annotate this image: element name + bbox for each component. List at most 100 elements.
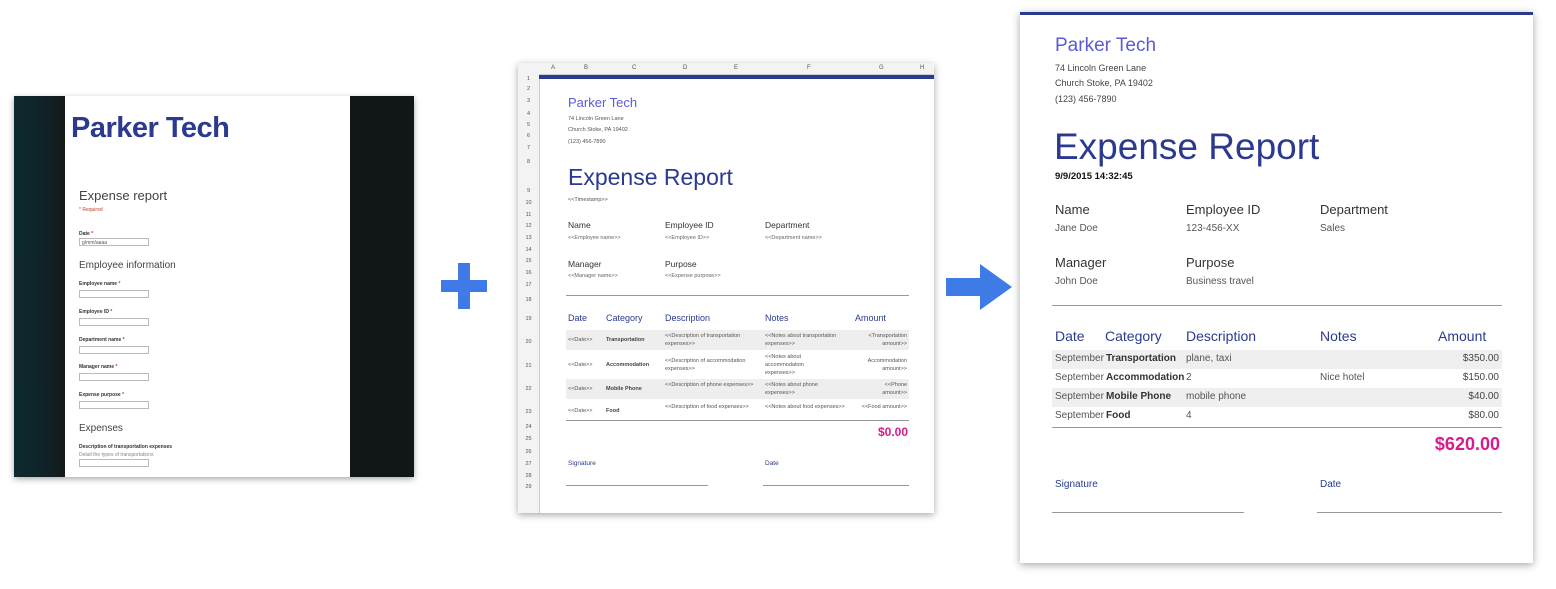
- form-department-input[interactable]: [79, 346, 149, 354]
- column-header[interactable]: G: [879, 65, 884, 71]
- table-row[interactable]: <<Date>> Transportation <<Description of…: [566, 330, 909, 350]
- sheet-phone[interactable]: (123) 456-7890: [568, 139, 606, 145]
- row-header[interactable]: 11: [518, 212, 539, 218]
- column-header[interactable]: B: [584, 65, 588, 71]
- column-header[interactable]: A: [551, 65, 555, 71]
- report-empid-value: 123-456-XX: [1186, 223, 1240, 234]
- table-row: September Mobile Phone mobile phone $40.…: [1052, 388, 1502, 407]
- row-header[interactable]: 22: [518, 386, 539, 392]
- sheet-name-label[interactable]: Name: [568, 220, 591, 230]
- sheet-th-amount[interactable]: Amount: [855, 313, 886, 323]
- sheet-th-notes[interactable]: Notes: [765, 313, 789, 323]
- sheet-purpose-label[interactable]: Purpose: [665, 259, 697, 269]
- sheet-address-line1[interactable]: 74 Lincoln Green Lane: [568, 116, 624, 122]
- form-date-label: Date *: [79, 231, 94, 237]
- sheet-th-date[interactable]: Date: [568, 313, 587, 323]
- form-purpose-input[interactable]: [79, 401, 149, 409]
- table-cell-amount: <Transportation amount>>: [868, 333, 907, 347]
- row-header[interactable]: 10: [518, 200, 539, 206]
- column-header[interactable]: H: [920, 65, 924, 71]
- sheet-manager-label[interactable]: Manager: [568, 259, 602, 269]
- row-header[interactable]: 29: [518, 484, 539, 490]
- sheet-empid-label[interactable]: Employee ID: [665, 220, 714, 230]
- row-header[interactable]: 25: [518, 436, 539, 442]
- report-screenshot: Parker Tech 74 Lincoln Green Lane Church…: [1020, 12, 1533, 563]
- row-header[interactable]: 1: [518, 76, 539, 82]
- form-section-employee: Employee information: [79, 260, 176, 271]
- report-date-label: Date: [1320, 479, 1342, 490]
- report-manager-value: John Doe: [1055, 276, 1098, 287]
- sheet-signature-label[interactable]: Signature: [568, 460, 596, 467]
- form-employee-id-input[interactable]: [79, 318, 149, 326]
- row-header[interactable]: 16: [518, 270, 539, 276]
- column-header[interactable]: C: [632, 65, 636, 71]
- sheet-accent-bar: [539, 75, 934, 79]
- row-header[interactable]: 23: [518, 409, 539, 415]
- row-header[interactable]: 9: [518, 188, 539, 194]
- form-manager-input[interactable]: [79, 373, 149, 381]
- row-header[interactable]: 15: [518, 258, 539, 264]
- row-header[interactable]: 27: [518, 461, 539, 467]
- row-header[interactable]: 19: [518, 316, 539, 322]
- row-header[interactable]: 24: [518, 424, 539, 430]
- row-header[interactable]: 17: [518, 282, 539, 288]
- row-header[interactable]: 7: [518, 145, 539, 151]
- form-transport-input[interactable]: [79, 459, 149, 467]
- row-header[interactable]: 5: [518, 122, 539, 128]
- table-cell-category: Food: [606, 408, 620, 414]
- column-header[interactable]: F: [807, 65, 811, 71]
- table-cell-notes: <<Notes about transportation expenses>>: [765, 333, 837, 347]
- table-cell-description: 2: [1186, 372, 1192, 383]
- table-cell-date: <<Date>>: [568, 408, 593, 414]
- row-header[interactable]: 21: [518, 363, 539, 369]
- row-header[interactable]: 8: [518, 159, 539, 165]
- report-purpose-value: Business travel: [1186, 276, 1254, 287]
- sheet-address-line2[interactable]: Church Stoke, PA 19402: [568, 127, 628, 133]
- report-timestamp: 9/9/2015 14:32:45: [1055, 171, 1133, 182]
- report-th-description: Description: [1186, 328, 1257, 344]
- report-th-category: Category: [1105, 328, 1162, 344]
- spreadsheet-screenshot: A B C D E F G H 1 2 3 4 5 6 7 8 9 10 11 12 13 14 15 16 1…: [518, 63, 934, 513]
- table-cell-date: <<Date>>: [568, 362, 593, 368]
- sheet-th-description[interactable]: Description: [665, 313, 710, 323]
- report-purpose-label: Purpose: [1186, 255, 1235, 270]
- row-header[interactable]: 2: [518, 86, 539, 92]
- report-dept-value: Sales: [1320, 223, 1346, 234]
- sheet-brand[interactable]: Parker Tech: [568, 95, 637, 110]
- report-signature-label: Signature: [1055, 479, 1098, 490]
- sheet-timestamp[interactable]: <<Timestamp>>: [568, 197, 608, 203]
- row-header[interactable]: 18: [518, 297, 539, 303]
- row-header[interactable]: 13: [518, 235, 539, 241]
- sheet-empid-placeholder[interactable]: <<Employee ID>>: [665, 235, 709, 241]
- sheet-dept-label[interactable]: Department: [765, 220, 809, 230]
- row-header[interactable]: 26: [518, 449, 539, 455]
- table-cell-category: Transportation: [606, 337, 645, 343]
- sheet-date-label[interactable]: Date: [765, 460, 779, 467]
- row-header[interactable]: 6: [518, 133, 539, 139]
- column-header[interactable]: D: [683, 65, 687, 71]
- row-header[interactable]: 4: [518, 111, 539, 117]
- sheet-total[interactable]: $0.00: [878, 425, 908, 439]
- sheet-purpose-placeholder[interactable]: <<Expense purpose>>: [665, 273, 721, 279]
- row-header[interactable]: 14: [518, 247, 539, 253]
- sheet-th-category[interactable]: Category: [606, 313, 643, 323]
- table-cell-date: <<Date>>: [568, 337, 593, 343]
- table-cell-category: Mobile Phone: [1106, 391, 1171, 402]
- sheet-dept-placeholder[interactable]: <<Department name>>: [765, 235, 822, 241]
- sheet-divider: [566, 295, 909, 296]
- form-date-input[interactable]: g/mm/aaaa: [79, 238, 149, 246]
- plus-icon: [441, 263, 487, 309]
- sheet-title[interactable]: Expense Report: [568, 164, 733, 191]
- sheet-manager-placeholder[interactable]: <<Manager name>>: [568, 273, 618, 279]
- form-employee-name-label: Employee name *: [79, 281, 121, 287]
- row-header[interactable]: 3: [518, 98, 539, 104]
- column-header[interactable]: E: [734, 65, 738, 71]
- row-header[interactable]: 20: [518, 339, 539, 345]
- table-row[interactable]: <<Date>> Accommodation <<Description of …: [566, 353, 909, 377]
- row-header[interactable]: 12: [518, 223, 539, 229]
- table-row[interactable]: <<Date>> Mobile Phone <<Description of p…: [566, 379, 909, 399]
- table-row[interactable]: <<Date>> Food <<Description of food expe…: [566, 401, 909, 421]
- row-header[interactable]: 28: [518, 473, 539, 479]
- sheet-name-placeholder[interactable]: <<Employee name>>: [568, 235, 621, 241]
- form-employee-name-input[interactable]: [79, 290, 149, 298]
